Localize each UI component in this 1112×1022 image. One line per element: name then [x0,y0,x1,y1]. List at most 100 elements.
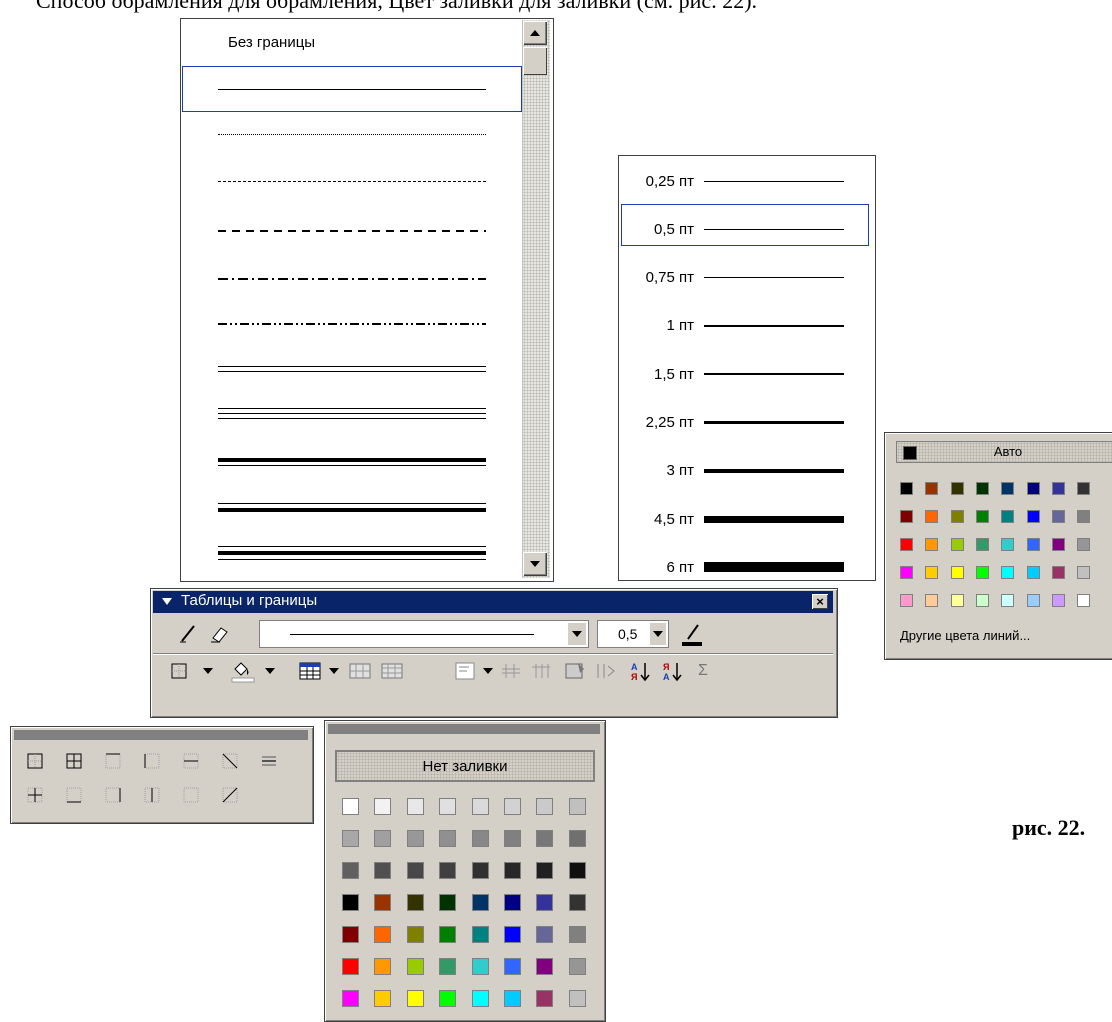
left-border-icon[interactable] [141,750,163,772]
fill-color-swatch[interactable] [439,958,457,975]
fill-color-swatch[interactable] [504,894,521,911]
border-color-swatch[interactable] [925,482,939,495]
scroll-up-button[interactable] [523,21,547,45]
fill-color-swatch[interactable] [471,862,489,879]
border-color-swatch[interactable] [1051,594,1065,607]
border-color-pen-icon[interactable] [677,620,707,648]
border-style-dash-dot-dot[interactable] [218,309,486,339]
distribute-rows-icon[interactable] [498,658,524,684]
border-color-swatch[interactable] [950,510,964,523]
fill-color-swatch[interactable] [536,830,554,847]
fill-color-swatch[interactable] [342,862,359,879]
border-style-triple[interactable] [218,400,486,430]
eraser-icon[interactable] [206,620,232,646]
all-borders-icon[interactable] [63,750,85,772]
fill-color-swatch[interactable] [536,862,554,879]
fill-color-swatch[interactable] [471,958,489,975]
fill-color-swatch[interactable] [439,926,457,943]
border-style-dash-dot[interactable] [218,264,486,294]
border-color-swatch[interactable] [950,538,964,551]
fill-color-swatch[interactable] [568,926,586,943]
border-color-swatch[interactable] [1077,566,1091,579]
border-weight-option[interactable]: 2,25 пт [622,404,870,442]
border-style-scrollbar[interactable] [522,20,550,578]
fill-color-swatch[interactable] [374,926,392,943]
toolbar-menu-arrow-icon[interactable] [162,598,172,605]
outside-border-icon[interactable] [168,658,190,684]
border-color-swatch[interactable] [900,566,913,579]
fill-color-swatch[interactable] [342,798,359,815]
border-style-thick-thin[interactable] [218,448,486,478]
border-color-swatch[interactable] [900,510,913,523]
inside-border-icon[interactable] [24,784,46,806]
fill-color-swatch[interactable] [406,862,424,879]
border-color-swatch[interactable] [1077,538,1091,551]
auto-color-button[interactable]: Авто [896,441,1112,463]
line-weight-dropdown-button[interactable] [650,623,666,645]
border-color-swatch[interactable] [925,538,939,551]
fill-color-swatch[interactable] [568,862,586,879]
autofit-icon[interactable] [592,658,618,684]
more-colors-link[interactable]: Другие цвета линий... [900,628,1030,643]
table-autoformat-icon[interactable] [562,658,588,684]
sort-descending-icon[interactable]: ЯА [660,658,686,684]
border-weight-option[interactable]: 0,75 пт [622,259,870,297]
fill-color-swatch[interactable] [536,894,554,911]
border-color-swatch[interactable] [900,538,913,551]
fill-color-swatch[interactable] [504,990,521,1007]
toolbar-close-button[interactable]: × [812,594,828,609]
fill-color-swatch[interactable] [568,894,586,911]
border-style-thin-thick-thin[interactable] [218,540,486,570]
border-color-swatch[interactable] [975,566,989,579]
shading-dropdown-arrow-icon[interactable] [264,664,276,678]
fill-color-swatch[interactable] [471,798,489,815]
border-color-swatch[interactable] [1077,482,1091,495]
border-weight-option[interactable]: 0,25 пт [622,162,870,200]
border-color-swatch[interactable] [925,594,939,607]
fill-color-swatch[interactable] [536,926,554,943]
fill-color-swatch[interactable] [536,990,554,1007]
insert-table-dropdown-arrow-icon[interactable] [328,664,340,678]
border-weight-option[interactable]: 1,5 пт [622,355,870,393]
border-color-swatch[interactable] [900,594,913,607]
diagonal-down-border-icon[interactable] [219,750,241,772]
scroll-down-button[interactable] [523,552,547,576]
border-color-swatch[interactable] [925,566,939,579]
border-weight-option[interactable]: 0,5 пт [622,210,870,248]
fill-color-swatch[interactable] [471,830,489,847]
fill-color-swatch[interactable] [374,990,392,1007]
border-panel-titlebar[interactable] [14,730,308,740]
diagonal-up-border-icon[interactable] [219,784,241,806]
border-color-swatch[interactable] [1077,594,1091,607]
border-color-swatch[interactable] [975,482,989,495]
border-color-swatch[interactable] [975,594,989,607]
inside-vertical-border-icon[interactable] [141,784,163,806]
no-border-option[interactable]: Без границы [228,34,315,51]
sort-ascending-icon[interactable]: АЯ [628,658,654,684]
right-border-icon[interactable] [102,784,124,806]
fill-color-swatch[interactable] [471,894,489,911]
border-color-swatch[interactable] [975,538,989,551]
border-color-swatch[interactable] [950,566,964,579]
borders-dropdown-arrow-icon[interactable] [202,664,214,678]
border-color-swatch[interactable] [1077,510,1091,523]
border-color-swatch[interactable] [900,482,913,495]
border-style-solid[interactable] [218,75,486,105]
border-weight-option[interactable]: 6 пт [622,548,870,586]
line-style-combo[interactable] [259,620,589,648]
fill-color-swatch[interactable] [406,990,424,1007]
fill-color-swatch[interactable] [471,926,489,943]
border-weight-option[interactable]: 3 пт [622,452,870,490]
border-color-swatch[interactable] [1051,538,1065,551]
fill-color-swatch[interactable] [406,958,424,975]
fill-color-swatch[interactable] [374,894,392,911]
fill-palette-titlebar[interactable] [328,724,600,734]
horizontal-line-icon[interactable] [258,750,280,772]
border-weight-option[interactable]: 4,5 пт [622,500,870,538]
border-style-double[interactable] [218,356,486,386]
border-color-swatch[interactable] [1001,594,1015,607]
autosum-icon[interactable]: Σ [692,658,714,684]
split-cells-icon[interactable] [378,658,406,684]
fill-color-swatch[interactable] [406,830,424,847]
border-color-swatch[interactable] [1026,594,1040,607]
